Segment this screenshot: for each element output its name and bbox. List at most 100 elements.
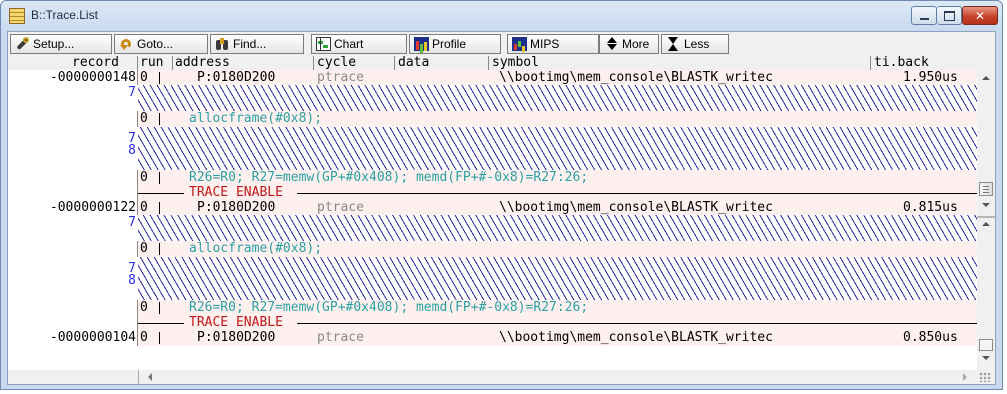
column-header-cycle[interactable]: cycle xyxy=(317,56,356,70)
trace-list[interactable]: -0000000148 0 P:0180D200 ptrace \\bootim… xyxy=(8,70,977,370)
wrench-icon xyxy=(15,37,30,51)
horizontal-scrollbar[interactable] xyxy=(8,370,995,384)
scroll-right-arrow-icon[interactable] xyxy=(963,373,967,381)
column-divider[interactable] xyxy=(137,56,138,70)
hatch-line-number: 7 xyxy=(128,215,136,230)
run-value: 0 xyxy=(140,111,148,126)
scroll-up-arrow-icon[interactable] xyxy=(982,222,990,226)
trace-list-window: B::Trace.List ✕ Setup... Goto... Find...… xyxy=(0,0,1003,390)
run-value: 0 xyxy=(140,70,148,85)
column-header-record[interactable]: record xyxy=(72,56,119,70)
trace-record-row[interactable]: -0000000122 0 P:0180D200 ptrace \\bootim… xyxy=(8,200,977,215)
minimize-icon xyxy=(919,17,929,20)
code-text: allocframe(#0x8); xyxy=(189,111,323,126)
record-number: -0000000104 xyxy=(8,330,136,345)
trace-record-row[interactable]: -0000000148 0 P:0180D200 ptrace \\bootim… xyxy=(8,70,977,85)
goto-arrow-icon xyxy=(119,37,134,51)
run-value: 0 xyxy=(140,200,148,215)
maximize-icon xyxy=(943,10,955,21)
symbol-value: \\bootimg\mem_console\BLASTK_writec xyxy=(499,70,773,85)
row-divider xyxy=(137,70,138,85)
scroll-thumb[interactable] xyxy=(979,339,993,351)
app-icon xyxy=(9,8,25,24)
title-bar[interactable]: B::Trace.List ✕ xyxy=(1,1,1002,31)
row-divider xyxy=(137,170,138,186)
code-row[interactable]: 0 allocframe(#0x8); xyxy=(8,241,977,257)
column-divider[interactable] xyxy=(488,56,489,70)
setup-button[interactable]: Setup... xyxy=(10,34,112,54)
trace-divider-line xyxy=(297,323,977,324)
column-header-address[interactable]: address xyxy=(175,56,230,70)
hatch-line-number: 8 xyxy=(128,273,136,288)
column-header-tiback[interactable]: ti.back xyxy=(874,56,929,70)
column-divider[interactable] xyxy=(870,56,871,70)
scroll-down-arrow-icon[interactable] xyxy=(982,356,990,360)
close-button[interactable]: ✕ xyxy=(962,6,998,25)
scroll-thumb[interactable] xyxy=(979,182,993,196)
run-bar xyxy=(159,72,160,84)
run-bar xyxy=(159,113,160,125)
code-text: R26=R0; R27=memw(GP+#0x408); memd(FP+#-0… xyxy=(189,300,589,315)
scroll-up-arrow-icon[interactable] xyxy=(982,76,990,80)
profile-button[interactable]: Profile xyxy=(409,34,501,54)
less-label: Less xyxy=(684,37,710,51)
goto-button[interactable]: Goto... xyxy=(114,34,208,54)
minimize-button[interactable] xyxy=(911,6,937,25)
hatch-line-number: 8 xyxy=(128,143,136,158)
trace-divider-line xyxy=(138,323,184,324)
column-divider[interactable] xyxy=(172,56,173,70)
code-row[interactable]: 0 allocframe(#0x8); xyxy=(8,111,977,127)
run-value: 0 xyxy=(140,330,148,345)
scroll-left-arrow-icon[interactable] xyxy=(148,373,152,381)
hatch-pattern xyxy=(138,127,977,170)
column-header-data[interactable]: data xyxy=(398,56,429,70)
trace-record-row[interactable]: -0000000104 0 P:0180D200 ptrace \\bootim… xyxy=(8,330,977,346)
hatch-band: 7 xyxy=(8,215,977,241)
goto-label: Goto... xyxy=(137,37,174,51)
column-header-run[interactable]: run xyxy=(140,56,163,70)
trace-enable-row[interactable]: TRACE ENABLE xyxy=(8,316,977,330)
column-divider[interactable] xyxy=(394,56,395,70)
mips-icon xyxy=(512,37,527,51)
hatch-line-number: 7 xyxy=(128,85,136,100)
vertical-scrollbar[interactable] xyxy=(977,70,995,370)
code-text: allocframe(#0x8); xyxy=(189,241,323,256)
record-number: -0000000122 xyxy=(8,200,136,215)
run-bar xyxy=(159,243,160,255)
profile-icon xyxy=(414,37,429,51)
maximize-button[interactable] xyxy=(937,6,962,25)
column-header-symbol[interactable]: symbol xyxy=(492,56,539,70)
mips-button[interactable]: MIPS xyxy=(507,34,599,54)
trace-enable-row[interactable]: TRACE ENABLE xyxy=(8,186,977,200)
cycle-value: ptrace xyxy=(317,70,364,85)
address-value: P:0180D200 xyxy=(197,200,276,215)
cycle-value: ptrace xyxy=(317,200,364,215)
find-button[interactable]: Find... xyxy=(210,34,304,54)
run-value: 0 xyxy=(140,300,148,315)
resize-grip-icon[interactable] xyxy=(979,372,991,382)
scroll-down-arrow-icon[interactable] xyxy=(982,203,990,207)
symbol-value: \\bootimg\mem_console\BLASTK_writec xyxy=(499,330,773,345)
chart-icon xyxy=(316,37,331,51)
hourglass-icon xyxy=(666,37,681,51)
run-bar xyxy=(159,332,160,344)
hatch-pattern xyxy=(138,215,977,241)
column-divider[interactable] xyxy=(313,56,314,70)
scrollbar-splitter[interactable] xyxy=(977,216,995,218)
code-row[interactable]: 0 R26=R0; R27=memw(GP+#0x408); memd(FP+#… xyxy=(8,300,977,316)
row-divider xyxy=(137,200,138,215)
chart-button[interactable]: Chart xyxy=(311,34,407,54)
binoculars-icon xyxy=(215,37,230,51)
record-number: -0000000148 xyxy=(8,70,136,85)
less-button[interactable]: Less xyxy=(661,34,729,54)
profile-label: Profile xyxy=(432,37,467,51)
more-label: More xyxy=(622,37,650,51)
row-divider xyxy=(137,241,138,257)
hatch-pattern xyxy=(138,85,977,111)
run-bar xyxy=(159,172,160,184)
code-row[interactable]: 0 R26=R0; R27=memw(GP+#0x408); memd(FP+#… xyxy=(8,170,977,186)
trace-enable-label: TRACE ENABLE xyxy=(189,185,283,200)
more-button[interactable]: More xyxy=(599,34,659,54)
trace-enable-label: TRACE ENABLE xyxy=(189,315,283,330)
close-icon: ✕ xyxy=(974,8,986,23)
